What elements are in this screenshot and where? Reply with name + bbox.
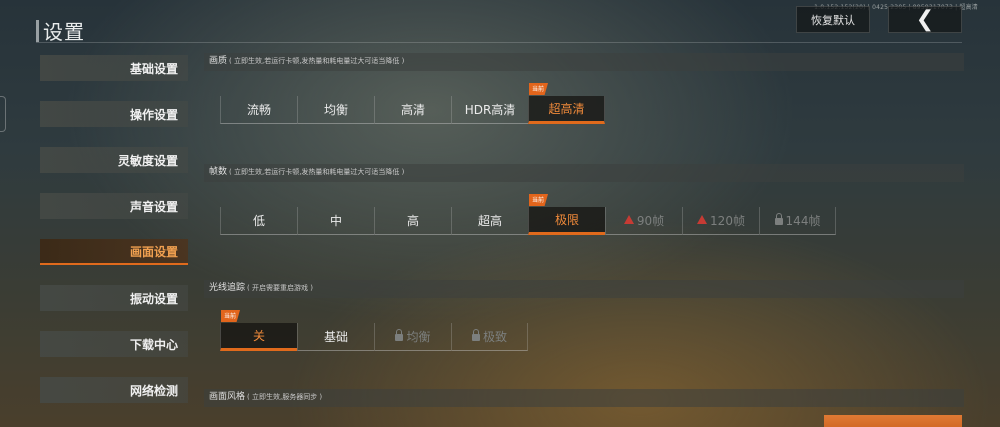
style-action-button[interactable]: [824, 415, 962, 427]
style-section-header: 画面风格 ( 立即生效,服务器同步 ): [204, 389, 964, 407]
sidebar-item-graphics[interactable]: 画面设置: [40, 239, 188, 265]
page-header: 设置: [36, 16, 85, 45]
sidebar-item-basic[interactable]: 基础设置: [40, 55, 188, 81]
framerate-option-120fps[interactable]: 120帧: [682, 207, 759, 235]
framerate-option-medium[interactable]: 中: [297, 207, 374, 235]
warning-icon: [623, 215, 634, 224]
page-title: 设置: [43, 20, 85, 44]
quality-section-header: 画质 ( 立即生效,若运行卡顿,发热量和耗电量过大可适当降低 ): [204, 53, 964, 71]
header-divider: [36, 42, 962, 43]
section-note: ( 立即生效,若运行卡顿,发热量和耗电量过大可适当降低 ): [229, 57, 405, 65]
framerate-section-header: 帧数 ( 立即生效,若运行卡顿,发热量和耗电量过大可适当降低 ): [204, 164, 964, 182]
current-badge: 当前: [529, 83, 549, 95]
quality-option-hdr[interactable]: HDR高清: [451, 96, 528, 124]
warning-icon: [697, 215, 708, 224]
settings-sidebar: 基础设置 操作设置 灵敏度设置 声音设置 画面设置 振动设置 下载中心 网络检测: [40, 55, 188, 423]
option-label: 90帧: [636, 214, 665, 228]
framerate-option-high[interactable]: 高: [374, 207, 451, 235]
framerate-option-90fps[interactable]: 90帧: [605, 207, 682, 235]
option-label: 超高清: [548, 102, 585, 116]
raytracing-options: 当前 关 基础 均衡 极致: [220, 310, 964, 351]
section-title: 画面风格: [209, 392, 246, 402]
framerate-option-low[interactable]: 低: [220, 207, 297, 235]
settings-main: 画质 ( 立即生效,若运行卡顿,发热量和耗电量过大可适当降低 ) 流畅 均衡 高…: [204, 53, 964, 407]
sidebar-item-vibration[interactable]: 振动设置: [40, 285, 188, 311]
raytracing-option-basic[interactable]: 基础: [297, 323, 374, 351]
raytracing-option-extreme[interactable]: 极致: [451, 323, 528, 351]
raytracing-option-off[interactable]: 当前 关: [220, 310, 297, 351]
back-button[interactable]: ❮: [888, 6, 962, 33]
sidebar-item-sound[interactable]: 声音设置: [40, 193, 188, 219]
sidebar-item-controls[interactable]: 操作设置: [40, 101, 188, 127]
raytracing-section-header: 光线追踪 ( 开启需要重启游戏 ): [204, 280, 964, 298]
section-note: ( 立即生效,若运行卡顿,发热量和耗电量过大可适当降低 ): [229, 168, 405, 176]
current-badge: 当前: [221, 310, 241, 322]
section-title: 帧数: [209, 167, 228, 177]
quality-option-ultra-hd[interactable]: 当前 超高清: [528, 83, 605, 124]
quality-option-hd[interactable]: 高清: [374, 96, 451, 124]
framerate-option-144fps[interactable]: 144帧: [759, 207, 836, 235]
sidebar-item-network-test[interactable]: 网络检测: [40, 377, 188, 403]
section-note: ( 开启需要重启游戏 ): [247, 284, 313, 292]
restore-default-button[interactable]: 恢复默认: [796, 6, 870, 33]
option-label: 均衡: [406, 330, 431, 344]
quality-option-balanced[interactable]: 均衡: [297, 96, 374, 124]
option-label: 关: [252, 329, 265, 343]
lock-icon: [395, 329, 404, 341]
side-drawer-handle[interactable]: [0, 96, 6, 132]
sidebar-item-sensitivity[interactable]: 灵敏度设置: [40, 147, 188, 173]
raytracing-option-balanced[interactable]: 均衡: [374, 323, 451, 351]
framerate-option-extreme[interactable]: 当前 极限: [528, 194, 605, 235]
title-accent-bar: [36, 19, 39, 42]
quality-option-smooth[interactable]: 流畅: [220, 96, 297, 124]
sidebar-item-download-center[interactable]: 下载中心: [40, 331, 188, 357]
option-label: 极致: [482, 330, 507, 344]
section-note: ( 立即生效,服务器同步 ): [247, 393, 323, 401]
chevron-left-icon: ❮: [915, 7, 935, 32]
framerate-options: 低 中 高 超高 当前 极限 90帧 120帧 144帧: [220, 194, 964, 235]
lock-icon: [774, 213, 783, 225]
option-label: 极限: [554, 213, 579, 227]
lock-icon: [471, 329, 480, 341]
current-badge: 当前: [529, 194, 549, 206]
option-label: 144帧: [785, 214, 821, 228]
framerate-option-ultra[interactable]: 超高: [451, 207, 528, 235]
section-title: 画质: [209, 56, 228, 66]
section-title: 光线追踪: [209, 283, 246, 293]
option-label: 120帧: [710, 214, 745, 228]
quality-options: 流畅 均衡 高清 HDR高清 当前 超高清: [220, 83, 964, 124]
